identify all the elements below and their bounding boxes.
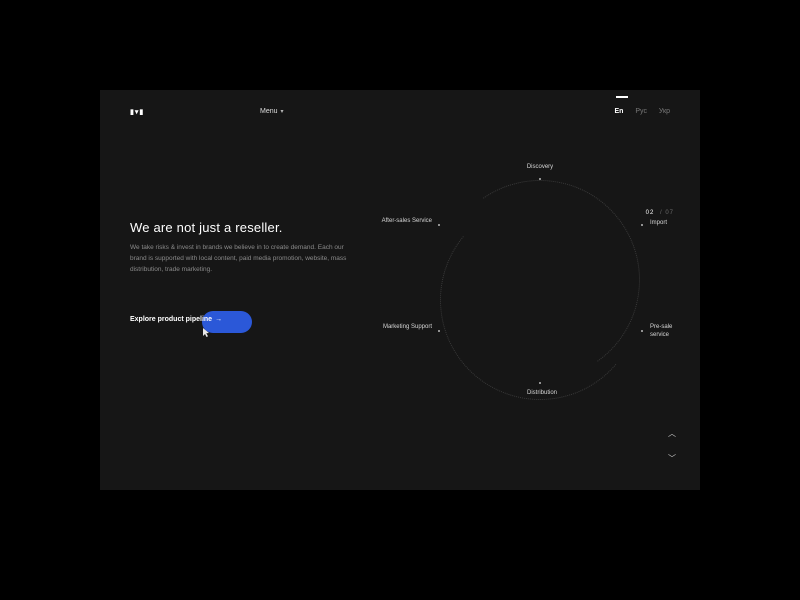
dot-icon [539, 382, 541, 384]
language-switcher: En Рус Укр [604, 108, 670, 115]
dot-icon [641, 224, 643, 226]
cta-label: Explore product pipeline→ [130, 316, 222, 323]
dot-icon [641, 330, 643, 332]
node-distribution[interactable]: Distribution [512, 390, 572, 398]
brand-logo[interactable]: ▮▾▮ [130, 108, 144, 116]
arrow-right-icon: → [215, 316, 222, 323]
menu-label: Menu [260, 108, 278, 115]
app-window: ▮▾▮ Menu▾ En Рус Укр We are not just a r… [100, 90, 700, 490]
node-presale[interactable]: Pre-sale service [650, 324, 690, 339]
scroll-up-button[interactable]: ︿ [668, 428, 676, 439]
lang-en[interactable]: En [614, 108, 623, 115]
pipeline-wheel: Discovery Import Pre-sale service Distri… [400, 170, 680, 440]
scroll-down-button[interactable]: ﹀ [668, 453, 676, 464]
scroll-controls: ︿ ﹀ [668, 428, 676, 464]
lang-uk[interactable]: Укр [659, 108, 670, 115]
page-title: We are not just a reseller. [130, 220, 283, 235]
header: ▮▾▮ Menu▾ En Рус Укр [100, 108, 700, 128]
page-description: We take risks & invest in brands we beli… [130, 242, 360, 275]
node-discovery[interactable]: Discovery [510, 164, 570, 172]
active-lang-indicator [616, 96, 628, 98]
lang-ru[interactable]: Рус [635, 108, 647, 115]
node-aftersales[interactable]: After-sales Service [378, 218, 432, 226]
menu-toggle[interactable]: Menu▾ [260, 108, 284, 115]
dot-icon [438, 330, 440, 332]
dot-icon [438, 224, 440, 226]
chevron-down-icon: ▾ [281, 108, 284, 115]
dot-icon [539, 178, 541, 180]
node-import[interactable]: Import [650, 220, 667, 228]
node-marketing[interactable]: Marketing Support [382, 324, 432, 332]
